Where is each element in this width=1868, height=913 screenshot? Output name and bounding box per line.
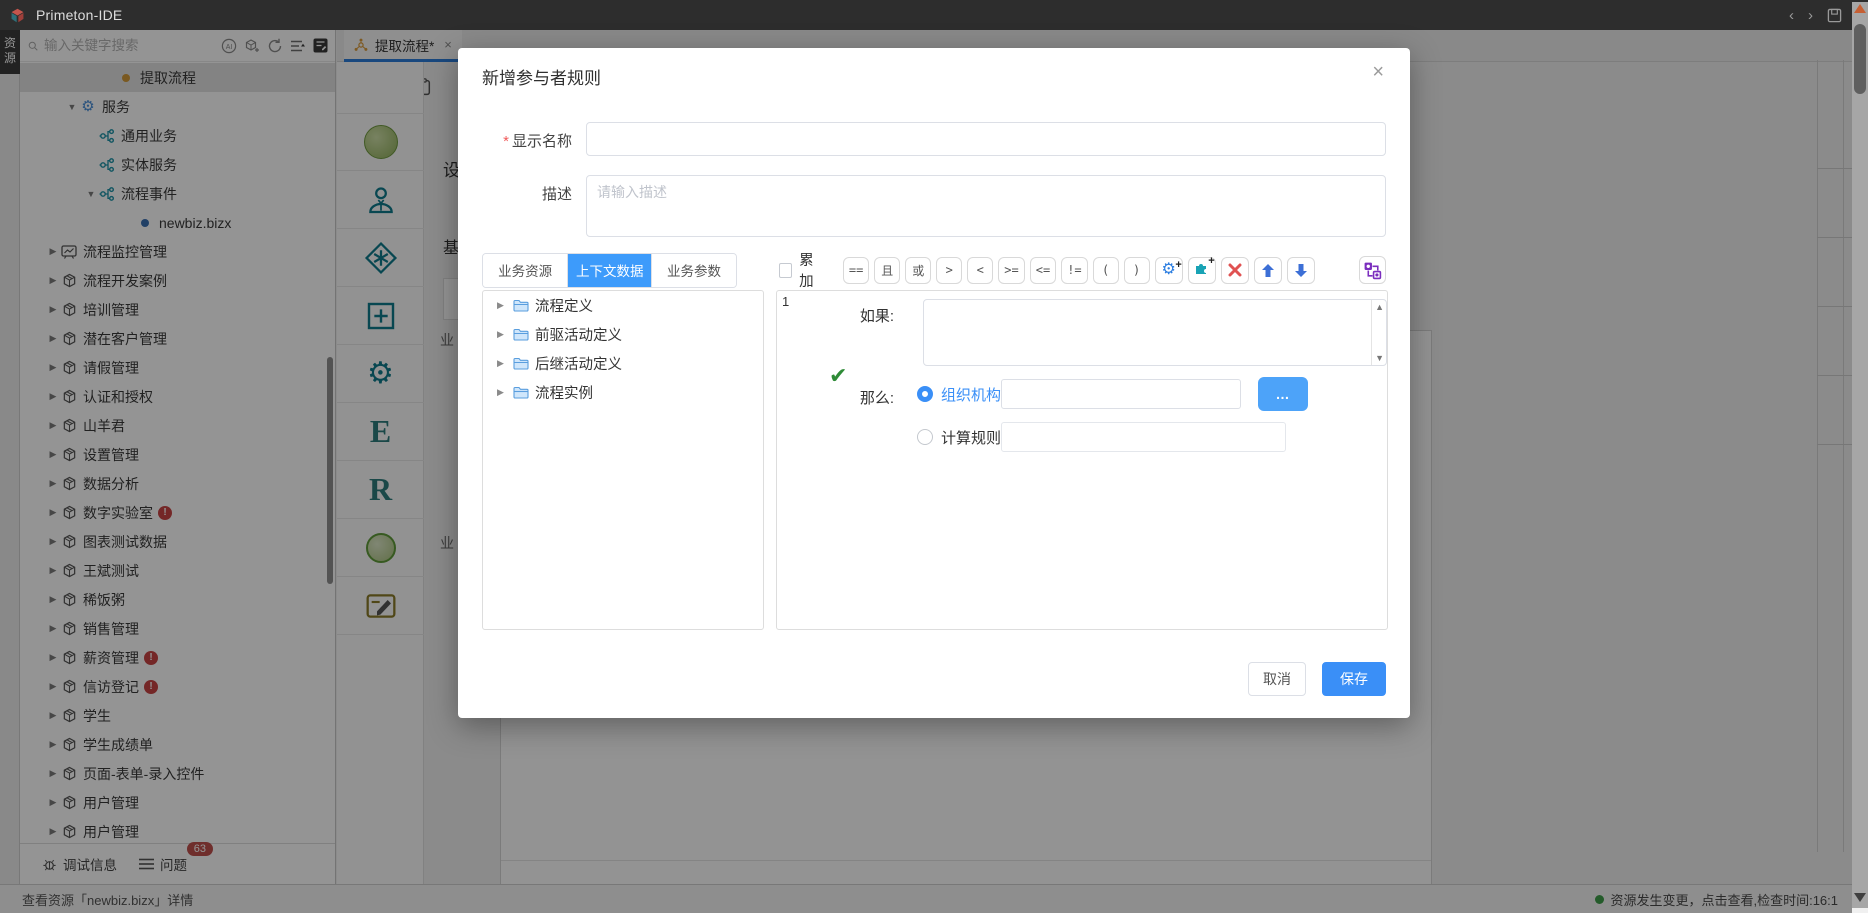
scroll-down-icon[interactable]: ▼ xyxy=(1375,353,1384,363)
move-down-button[interactable] xyxy=(1287,257,1315,284)
arrow-up-icon xyxy=(1261,263,1275,278)
title-bar: Primeton-IDE ‹ › xyxy=(0,0,1868,30)
then-label: 那么: xyxy=(839,387,894,408)
operator-button->[interactable]: > xyxy=(936,257,962,284)
caret-right-icon[interactable]: ▶ xyxy=(497,358,513,369)
add-puzzle-button[interactable]: + xyxy=(1188,257,1216,284)
rule-valid-check-icon: ✔ xyxy=(829,363,847,389)
context-tree-label: 前驱活动定义 xyxy=(535,324,622,345)
ellipsis-icon: … xyxy=(1276,386,1291,402)
dialog-title: 新增参与者规则 xyxy=(482,64,601,89)
rule-editor-panel: 1 ✔ 如果: ▲ ▼ 那么: 组织机构 … 计算规则 xyxy=(776,290,1388,630)
rule-index: 1 xyxy=(782,294,789,309)
org-radio[interactable] xyxy=(917,386,933,402)
folder-icon xyxy=(513,328,529,341)
add-gear-icon: ⚙+ xyxy=(1161,262,1175,278)
arrow-down-icon xyxy=(1294,263,1308,278)
modal-tab-业务参数[interactable]: 业务参数 xyxy=(651,254,735,287)
display-name-label: *显示名称 xyxy=(482,122,586,156)
operator-button-<=[interactable]: <= xyxy=(1030,257,1056,284)
operator-button-([interactable]: ( xyxy=(1093,257,1119,284)
app-title: Primeton-IDE xyxy=(36,7,122,23)
add-puzzle-icon: + xyxy=(1194,260,1210,280)
window-scrollbar[interactable] xyxy=(1852,2,1868,908)
context-tree-item-流程定义[interactable]: ▶ 流程定义 xyxy=(483,291,763,320)
operator-button-==[interactable]: == xyxy=(843,257,869,284)
accumulate-checkbox[interactable] xyxy=(779,263,793,278)
add-gear-button[interactable]: ⚙+ xyxy=(1155,257,1183,284)
caret-right-icon[interactable]: ▶ xyxy=(497,300,513,311)
delete-button[interactable] xyxy=(1221,257,1249,284)
folder-icon xyxy=(513,357,529,370)
operator-button-且[interactable]: 且 xyxy=(874,257,900,284)
modal-tab-上下文数据[interactable]: 上下文数据 xyxy=(567,254,651,287)
scroll-down-arrow-icon[interactable] xyxy=(1854,893,1866,902)
operator-button-!=[interactable]: != xyxy=(1061,257,1087,284)
calc-radio[interactable] xyxy=(917,429,933,445)
context-tree-label: 流程定义 xyxy=(535,295,593,316)
context-data-tree: ▶ 流程定义 ▶ 前驱活动定义 ▶ 后继活动定义 ▶ 流程实例 xyxy=(482,290,764,630)
dialog-close-icon[interactable]: × xyxy=(1372,62,1384,82)
cancel-button[interactable]: 取消 xyxy=(1248,662,1306,696)
context-tree-item-后继活动定义[interactable]: ▶ 后继活动定义 xyxy=(483,349,763,378)
display-name-input[interactable] xyxy=(586,122,1386,156)
caret-right-icon[interactable]: ▶ xyxy=(497,387,513,398)
if-box-scrollbar[interactable]: ▲ ▼ xyxy=(1371,300,1386,365)
calc-rule-input[interactable] xyxy=(1001,422,1286,452)
modal-tab-业务资源[interactable]: 业务资源 xyxy=(483,254,567,287)
if-condition-input[interactable]: ▲ ▼ xyxy=(923,299,1387,366)
data-source-tabs: 业务资源上下文数据业务参数 xyxy=(482,253,737,288)
org-picker-button[interactable]: … xyxy=(1258,377,1308,411)
if-label: 如果: xyxy=(839,305,894,326)
scroll-up-arrow-icon[interactable] xyxy=(1854,4,1866,13)
save-icon[interactable] xyxy=(1827,8,1842,23)
nav-back-icon[interactable]: ‹ xyxy=(1789,7,1794,24)
scroll-up-icon[interactable]: ▲ xyxy=(1375,302,1384,312)
nav-forward-icon[interactable]: › xyxy=(1808,7,1813,24)
scrollbar-thumb[interactable] xyxy=(1854,24,1866,94)
add-participant-rule-dialog: 新增参与者规则 × *显示名称 描述 业务资源上下文数据业务参数 累加 ==且或… xyxy=(458,48,1410,718)
operator-button->=[interactable]: >= xyxy=(998,257,1024,284)
caret-right-icon[interactable]: ▶ xyxy=(497,329,513,340)
description-label: 描述 xyxy=(482,175,586,237)
accumulate-label: 累加 xyxy=(799,249,825,291)
operator-buttons: ==且或><>=<=!=() ⚙+ + xyxy=(843,257,1315,284)
folder-icon xyxy=(513,386,529,399)
context-tree-label: 流程实例 xyxy=(535,382,593,403)
operator-button-)[interactable]: ) xyxy=(1124,257,1150,284)
context-tree-label: 后继活动定义 xyxy=(535,353,622,374)
condition-toolbar: 业务资源上下文数据业务参数 累加 ==且或><>=<=!=() ⚙+ + xyxy=(482,252,1386,288)
delete-x-icon xyxy=(1228,263,1242,277)
folder-icon xyxy=(513,299,529,312)
save-button[interactable]: 保存 xyxy=(1322,662,1386,696)
context-tree-item-流程实例[interactable]: ▶ 流程实例 xyxy=(483,378,763,407)
move-up-button[interactable] xyxy=(1254,257,1282,284)
mapping-icon xyxy=(1363,261,1382,280)
mapping-button[interactable] xyxy=(1359,256,1386,284)
operator-button-<[interactable]: < xyxy=(967,257,993,284)
context-tree-item-前驱活动定义[interactable]: ▶ 前驱活动定义 xyxy=(483,320,763,349)
org-radio-label: 组织机构 xyxy=(941,384,1001,405)
operator-button-或[interactable]: 或 xyxy=(905,257,931,284)
app-logo-icon xyxy=(9,7,26,24)
calc-radio-label: 计算规则 xyxy=(941,427,1001,448)
org-input[interactable] xyxy=(1001,379,1241,409)
description-input[interactable] xyxy=(586,175,1386,237)
